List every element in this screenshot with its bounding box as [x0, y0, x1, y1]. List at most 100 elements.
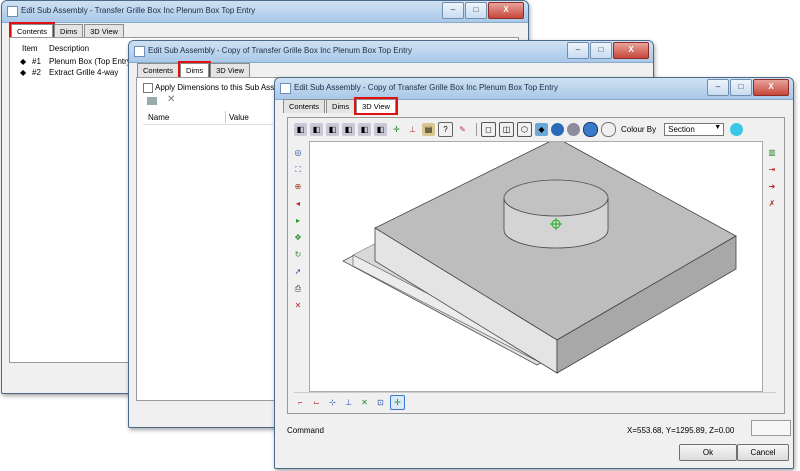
colour-by-label: Colour By: [621, 125, 657, 134]
iso-view-2-icon[interactable]: ◧: [310, 123, 323, 136]
app-icon: [7, 6, 18, 17]
viewer-frame: ◧ ◧ ◧ ◧ ◧ ◧ ✛ ⊥ ▤ ? ✎ ◻ ◫ ⬡ ◆ Colour By …: [287, 117, 785, 414]
paint-icon[interactable]: ✎: [456, 123, 469, 136]
minimize-button[interactable]: –: [442, 2, 464, 19]
zoom-window-icon[interactable]: ◎: [292, 147, 304, 159]
status-field: [751, 420, 791, 436]
tab-3d-view[interactable]: 3D View: [84, 24, 124, 38]
iso-view-5-icon[interactable]: ◧: [358, 123, 371, 136]
pan-icon[interactable]: ✥: [292, 232, 304, 244]
list-view-icon[interactable]: [147, 97, 157, 105]
app-icon: [280, 83, 291, 94]
sphere-icon[interactable]: [551, 123, 564, 136]
chevron-down-icon: ▼: [714, 124, 722, 131]
endpoint-snap-icon[interactable]: ⌐: [294, 396, 307, 409]
command-label: Command: [287, 426, 324, 435]
colour-settings-icon[interactable]: [730, 123, 744, 136]
window-title: Edit Sub Assembly - Transfer Grille Box …: [21, 6, 256, 15]
maximize-button[interactable]: □: [730, 79, 752, 96]
iso-view-6-icon[interactable]: ◧: [374, 123, 387, 136]
column-header-description: Description: [49, 44, 90, 53]
item-number: #2: [32, 68, 41, 77]
wireframe-icon[interactable]: ◻: [481, 122, 496, 137]
intersection-snap-icon[interactable]: ⊹: [326, 396, 339, 409]
remove-icon[interactable]: ✗: [766, 198, 778, 210]
maximize-button[interactable]: □: [590, 42, 612, 59]
colour-by-value: Section: [668, 125, 695, 134]
minimize-button[interactable]: –: [567, 42, 589, 59]
coordinate-icon[interactable]: ⊥: [406, 123, 419, 136]
window-title: Edit Sub Assembly - Copy of Transfer Gri…: [148, 46, 412, 55]
3d-viewport[interactable]: [309, 141, 763, 392]
maximize-button[interactable]: □: [465, 2, 487, 19]
tangent-snap-icon[interactable]: ✕: [358, 396, 371, 409]
plenum-box-model: [342, 142, 737, 374]
item-icon: ◆: [20, 57, 27, 66]
item-description: Plenum Box (Top Entry): [49, 57, 134, 66]
shaded-icon[interactable]: ◆: [535, 123, 548, 136]
snap-toolbar: ⌐ ⌙ ⊹ ⊥ ✕ ⊡ ✛: [294, 392, 776, 411]
ok-button[interactable]: Ok: [679, 444, 737, 461]
tab-dims[interactable]: Dims: [178, 61, 212, 79]
delete-icon[interactable]: ✕: [167, 94, 175, 105]
iso-view-1-icon[interactable]: ◧: [294, 123, 307, 136]
tab-contents[interactable]: Contents: [283, 99, 326, 113]
header-underline: [143, 124, 273, 125]
title-bar: Edit Sub Assembly - Copy of Transfer Gri…: [129, 41, 653, 63]
perpendicular-snap-icon[interactable]: ⊥: [342, 396, 355, 409]
colour-by-select[interactable]: Section ▼: [664, 123, 725, 136]
transparency-icon[interactable]: [601, 122, 616, 137]
zoom-in-icon[interactable]: ⊕: [292, 181, 304, 193]
item-number: #1: [32, 57, 41, 66]
select-icon[interactable]: ➚: [292, 266, 304, 278]
tab-dims[interactable]: Dims: [54, 24, 84, 38]
delete-icon[interactable]: ✕: [292, 300, 304, 312]
column-header-name: Name: [148, 113, 170, 122]
zoom-previous-icon[interactable]: ◂: [292, 198, 304, 210]
tab-3d-view[interactable]: 3D View: [354, 97, 398, 115]
tab-contents[interactable]: Contents: [8, 22, 56, 40]
title-bar: Edit Sub Assembly - Transfer Grille Box …: [2, 1, 528, 23]
title-bar: Edit Sub Assembly - Copy of Transfer Gri…: [275, 78, 793, 100]
hidden-line-icon[interactable]: ◫: [499, 122, 514, 137]
render-icon[interactable]: [583, 122, 598, 137]
window-title: Edit Sub Assembly - Copy of Transfer Gri…: [294, 83, 558, 92]
tab-contents[interactable]: Contents: [137, 63, 180, 77]
iso-view-4-icon[interactable]: ◧: [342, 123, 355, 136]
properties-icon[interactable]: ▤: [422, 123, 435, 136]
iso-view-3-icon[interactable]: ◧: [326, 123, 339, 136]
view-toolbar: ◧ ◧ ◧ ◧ ◧ ◧ ✛ ⊥ ▤ ? ✎ ◻ ◫ ⬡ ◆ Colour By …: [294, 120, 776, 139]
column-divider: [225, 111, 226, 123]
minimize-button[interactable]: –: [707, 79, 729, 96]
orbit-icon[interactable]: ↻: [292, 249, 304, 261]
smooth-icon[interactable]: [567, 123, 580, 136]
outline-icon[interactable]: ⬡: [517, 122, 532, 137]
item-icon: ◆: [20, 68, 27, 77]
tab-dims[interactable]: Dims: [326, 99, 356, 113]
zoom-extents-icon[interactable]: ⛶: [292, 164, 304, 176]
right-toolbar: ▥ ⇥ ➜ ✗: [764, 142, 780, 242]
apply-dimensions-checkbox[interactable]: [143, 83, 153, 93]
tab-3d-view[interactable]: 3D View: [210, 63, 250, 77]
column-header-item: Item: [22, 44, 38, 53]
center-snap-icon[interactable]: ⊡: [374, 396, 387, 409]
insert-right-icon[interactable]: ⇥: [766, 164, 778, 176]
nearest-snap-icon[interactable]: ✛: [390, 394, 405, 410]
columns-icon[interactable]: ▥: [766, 147, 778, 159]
column-header-value: Value: [229, 113, 249, 122]
window-3d-view: Edit Sub Assembly - Copy of Transfer Gri…: [274, 77, 794, 469]
axis-icon[interactable]: ✛: [390, 123, 403, 136]
app-icon: [134, 46, 145, 57]
item-description: Extract Grille 4-way: [49, 68, 119, 77]
close-button[interactable]: X: [753, 79, 789, 96]
close-button[interactable]: X: [613, 42, 649, 59]
help-icon[interactable]: ?: [438, 122, 453, 137]
zoom-next-icon[interactable]: ▸: [292, 215, 304, 227]
close-button[interactable]: X: [488, 2, 524, 19]
coordinate-readout: X=553.68, Y=1295.89, Z=0.00: [627, 426, 735, 435]
print-icon[interactable]: ⎙: [292, 283, 304, 295]
midpoint-snap-icon[interactable]: ⌙: [310, 396, 323, 409]
move-right-icon[interactable]: ➜: [766, 181, 778, 193]
toolbar-separator: [476, 123, 477, 136]
cancel-button[interactable]: Cancel: [737, 444, 789, 461]
